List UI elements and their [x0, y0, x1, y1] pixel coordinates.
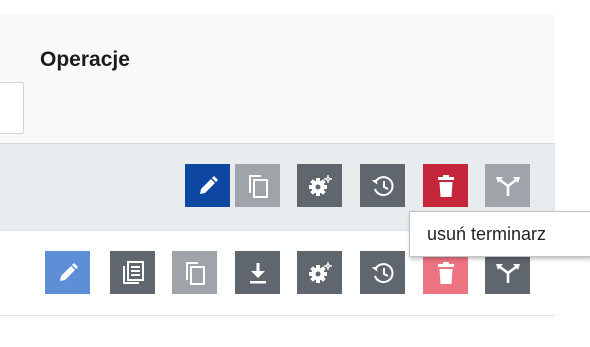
edit-button[interactable]	[45, 251, 90, 294]
trash-icon	[437, 261, 454, 284]
history-icon	[371, 175, 393, 196]
list-icon	[122, 260, 144, 284]
copy-button[interactable]	[172, 251, 217, 294]
list-button[interactable]	[110, 251, 155, 294]
merge-button[interactable]	[485, 164, 530, 207]
settings-button[interactable]	[297, 164, 342, 207]
pencil-icon	[59, 262, 78, 281]
gear-icon	[308, 261, 332, 283]
history-icon	[371, 262, 393, 283]
download-icon	[249, 262, 266, 283]
page-title: Operacje	[40, 48, 130, 71]
delete-button[interactable]	[423, 164, 468, 207]
history-button[interactable]	[360, 164, 405, 207]
merge-icon	[495, 263, 520, 283]
copy-button[interactable]	[235, 164, 280, 207]
copy-icon	[248, 174, 268, 198]
trash-icon	[437, 174, 454, 197]
pencil-icon	[199, 175, 218, 194]
delete-tooltip: usuń terminarz	[409, 211, 590, 257]
settings-button[interactable]	[297, 251, 342, 294]
tooltip-text: usuń terminarz	[427, 223, 547, 244]
filter-input[interactable]	[0, 82, 24, 134]
copy-icon	[185, 261, 205, 285]
history-button[interactable]	[360, 251, 405, 294]
merge-button[interactable]	[485, 251, 530, 294]
operations-header: Operacje	[0, 14, 555, 144]
gear-icon	[308, 174, 332, 196]
merge-icon	[495, 176, 520, 196]
delete-button[interactable]	[423, 251, 468, 294]
download-button[interactable]	[235, 251, 280, 294]
edit-button[interactable]	[185, 164, 230, 207]
